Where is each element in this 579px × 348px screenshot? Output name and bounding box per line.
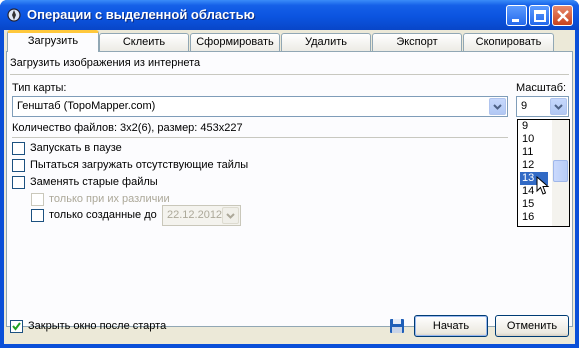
title-bar[interactable]: Операции с выделенной областью bbox=[0, 0, 579, 30]
checkmark-icon bbox=[12, 322, 21, 331]
scale-option[interactable]: 12 bbox=[520, 159, 548, 172]
chevron-down-icon bbox=[226, 213, 235, 219]
minimize-icon bbox=[512, 19, 519, 22]
date-value: 22.12.2012 bbox=[167, 209, 223, 221]
scale-dropdown-list[interactable]: 9 10 11 12 13 14 15 16 bbox=[517, 119, 570, 227]
only-created-before-checkbox[interactable] bbox=[31, 209, 44, 222]
dialog-window: Операции с выделенной областью Загрузить… bbox=[0, 0, 579, 348]
divider bbox=[10, 74, 569, 75]
scale-option[interactable]: 10 bbox=[520, 133, 548, 146]
window-title: Операции с выделенной областью bbox=[27, 7, 255, 22]
start-paused-label[interactable]: Запускать в паузе bbox=[30, 142, 122, 154]
scale-option[interactable]: 16 bbox=[520, 211, 548, 224]
mouse-cursor-icon bbox=[536, 176, 550, 195]
scale-value: 9 bbox=[521, 100, 528, 112]
close-icon bbox=[557, 10, 569, 22]
tab-load[interactable]: Загрузить bbox=[7, 30, 99, 52]
map-type-dropdown-button[interactable] bbox=[489, 98, 506, 115]
date-picker[interactable]: 22.12.2012 bbox=[162, 205, 241, 226]
scale-select[interactable]: 9 bbox=[516, 96, 569, 117]
scale-label: Масштаб: bbox=[516, 82, 567, 94]
tab-delete[interactable]: Удалить bbox=[281, 33, 371, 51]
only-created-before-label[interactable]: только созданные до bbox=[49, 209, 157, 221]
section-heading: Загрузить изображения из интернета bbox=[10, 57, 201, 69]
replace-old-checkbox[interactable] bbox=[12, 176, 25, 189]
close-after-start-checkbox[interactable] bbox=[10, 320, 23, 333]
start-button[interactable]: Начать bbox=[414, 315, 488, 337]
tab-strip: Загрузить Склеить Сформировать Удалить Э… bbox=[4, 30, 575, 52]
try-missing-checkbox[interactable] bbox=[12, 159, 25, 172]
close-after-start-label[interactable]: Закрыть окно после старта bbox=[28, 320, 166, 332]
maximize-button[interactable] bbox=[529, 5, 550, 26]
scale-list-scrollbar[interactable] bbox=[552, 120, 569, 226]
cancel-button[interactable]: Отменить bbox=[495, 315, 569, 337]
tab-panel-load: Загрузить изображения из интернета Тип к… bbox=[6, 51, 573, 327]
minimize-button[interactable] bbox=[506, 5, 527, 26]
divider bbox=[12, 137, 508, 138]
map-type-select[interactable]: Генштаб (TopoMapper.com) bbox=[12, 96, 508, 117]
tab-merge[interactable]: Склеить bbox=[99, 33, 189, 51]
scale-option[interactable]: 11 bbox=[520, 146, 548, 159]
map-type-value: Генштаб (TopoMapper.com) bbox=[17, 100, 156, 112]
chevron-down-icon bbox=[554, 104, 563, 110]
scale-dropdown-button[interactable] bbox=[550, 98, 567, 115]
app-icon bbox=[7, 8, 21, 22]
tab-generate[interactable]: Сформировать bbox=[190, 33, 280, 51]
only-diff-label: только при их различии bbox=[49, 193, 170, 205]
dialog-client-area: Загрузить Склеить Сформировать Удалить Э… bbox=[4, 30, 575, 344]
maximize-icon bbox=[534, 10, 546, 22]
start-paused-checkbox[interactable] bbox=[12, 142, 25, 155]
map-type-label: Тип карты: bbox=[12, 82, 67, 94]
files-info: Количество файлов: 3x2(6), размер: 453x2… bbox=[12, 122, 243, 134]
only-diff-checkbox[interactable] bbox=[31, 193, 44, 206]
tab-copy[interactable]: Скопировать bbox=[463, 33, 554, 51]
chevron-down-icon bbox=[493, 104, 502, 110]
replace-old-label[interactable]: Заменять старые файлы bbox=[30, 176, 158, 188]
close-button[interactable] bbox=[552, 5, 573, 26]
try-missing-label[interactable]: Пытаться загружать отсутствующие тайлы bbox=[30, 159, 248, 171]
scrollbar-thumb[interactable] bbox=[553, 160, 568, 182]
date-dropdown-button[interactable] bbox=[222, 207, 239, 224]
scale-option[interactable]: 15 bbox=[520, 198, 548, 211]
save-icon[interactable] bbox=[389, 318, 405, 334]
scale-option[interactable]: 9 bbox=[520, 120, 548, 133]
tab-export[interactable]: Экспорт bbox=[372, 33, 462, 51]
